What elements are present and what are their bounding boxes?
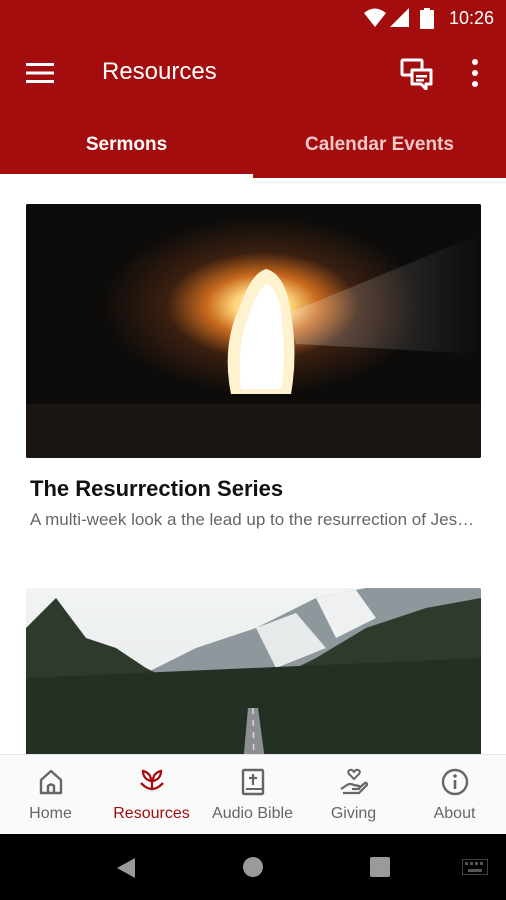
home-button-icon[interactable] — [242, 856, 264, 878]
home-icon — [39, 769, 63, 795]
nav-home[interactable]: Home — [0, 755, 101, 835]
keyboard-icon[interactable] — [462, 859, 488, 875]
nav-resources-label: Resources — [113, 805, 190, 822]
signal-icon — [390, 8, 409, 27]
nav-giving[interactable]: Giving — [303, 755, 404, 835]
recents-icon[interactable] — [370, 857, 390, 877]
chat-icon[interactable] — [400, 58, 434, 90]
tab-calendar-events[interactable]: Calendar Events — [253, 112, 506, 178]
giving-icon — [340, 768, 369, 795]
menu-icon[interactable] — [26, 62, 54, 84]
bible-icon — [241, 768, 265, 796]
sermon-card[interactable]: The Resurrection Series A multi-week loo… — [26, 204, 481, 530]
app-bar: Resources — [0, 36, 506, 112]
more-vert-icon[interactable] — [466, 58, 484, 88]
nav-audio-bible[interactable]: Audio Bible — [202, 755, 303, 835]
nav-about[interactable]: About — [404, 755, 505, 835]
sermon-card-image — [26, 204, 481, 458]
sermon-card-title: The Resurrection Series — [30, 476, 284, 501]
resources-icon — [140, 769, 164, 791]
battery-icon — [420, 8, 434, 29]
nav-giving-label: Giving — [330, 805, 377, 822]
status-time: 10:26 — [448, 8, 494, 28]
sermon-card-image — [26, 588, 481, 754]
sermon-card[interactable] — [26, 588, 481, 754]
nav-resources[interactable]: Resources — [101, 755, 202, 835]
nav-home-label: Home — [29, 805, 72, 822]
nav-about-label: About — [433, 805, 476, 822]
wifi-icon — [364, 8, 386, 27]
tab-sermons[interactable]: Sermons — [0, 112, 253, 178]
system-nav-bar — [0, 834, 506, 900]
tab-bar: Sermons Calendar Events — [0, 112, 506, 178]
bottom-nav: Home Resources Audio Bible Giving About — [0, 754, 506, 835]
status-bar: 10:26 — [0, 0, 506, 36]
sermon-list: The Resurrection Series A multi-week loo… — [0, 178, 506, 754]
back-icon[interactable] — [115, 856, 137, 880]
page-title: Resources — [102, 58, 217, 85]
nav-audio-bible-label: Audio Bible — [212, 805, 293, 822]
info-icon — [441, 768, 469, 796]
sermon-card-description: A multi-week look a the lead up to the r… — [30, 510, 475, 529]
